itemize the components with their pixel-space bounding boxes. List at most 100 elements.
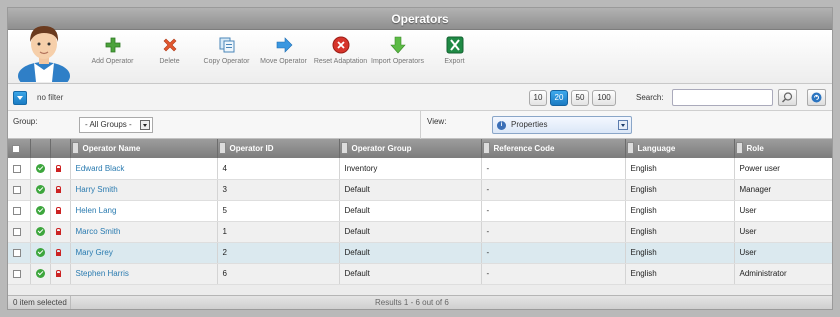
table-row[interactable]: Harry Smith 3 Default - English Manager [8, 179, 832, 201]
divider [70, 296, 71, 309]
import-operators-button[interactable]: Import Operators [369, 36, 426, 66]
operator-id-cell: 6 [217, 263, 340, 285]
row-checkbox-cell[interactable] [8, 263, 31, 285]
sort-icon [71, 142, 79, 154]
select-all-header[interactable] [8, 139, 31, 158]
reset-icon [332, 36, 349, 54]
lock-cell [50, 242, 71, 264]
status-cell [30, 221, 51, 243]
operator-group-cell: Default [339, 242, 482, 264]
operator-group-cell: Default [339, 263, 482, 285]
operator-group-cell: Inventory [339, 158, 482, 180]
add-operator-button[interactable]: Add Operator [84, 36, 141, 66]
row-checkbox[interactable] [13, 269, 21, 278]
row-checkbox-cell[interactable] [8, 179, 31, 201]
lock-cell [50, 179, 71, 201]
status-bar: 0 item selected Results 1 - 6 out of 6 [8, 295, 832, 309]
page-size-20[interactable]: 20 [550, 90, 568, 106]
column-label: Operator Group [351, 144, 412, 153]
status-cell [30, 242, 51, 264]
column-label: Reference Code [493, 144, 555, 153]
column-operator-name[interactable]: Operator Name [70, 139, 218, 158]
view-select[interactable]: i Properties [492, 116, 632, 134]
operator-group-cell: Default [339, 221, 482, 243]
column-operator-group[interactable]: Operator Group [339, 139, 482, 158]
sort-icon [218, 142, 226, 154]
language-cell: English [625, 179, 735, 201]
role-cell: User [734, 242, 832, 264]
reference-code-cell: - [481, 242, 626, 264]
page-size-selector: 10 20 50 100 [529, 90, 616, 106]
operator-name-link[interactable]: Edward Black [70, 158, 218, 180]
lock-icon [55, 206, 61, 214]
export-button[interactable]: Export [426, 36, 483, 66]
status-cell [30, 200, 51, 222]
reference-code-cell: - [481, 263, 626, 285]
sort-icon [482, 142, 490, 154]
reset-adaptation-button[interactable]: Reset Adaptation [312, 36, 369, 66]
copy-operator-button[interactable]: Copy Operator [198, 36, 255, 66]
lock-cell [50, 158, 71, 180]
operator-name-link[interactable]: Stephen Harris [70, 263, 218, 285]
table-row[interactable]: Helen Lang 5 Default - English User [8, 200, 832, 222]
operator-name-link[interactable]: Helen Lang [70, 200, 218, 222]
table-row[interactable]: Marco Smith 1 Default - English User [8, 221, 832, 243]
row-checkbox[interactable] [13, 248, 21, 257]
page-size-50[interactable]: 50 [571, 90, 589, 106]
row-checkbox-cell[interactable] [8, 242, 31, 264]
search-button[interactable] [778, 89, 797, 106]
filter-status: no filter [37, 93, 64, 102]
lock-cell [50, 263, 71, 285]
refresh-button[interactable] [807, 89, 826, 106]
page-size-100[interactable]: 100 [592, 90, 616, 106]
lock-icon [55, 248, 61, 256]
operator-name-link[interactable]: Marco Smith [70, 221, 218, 243]
role-cell: Administrator [734, 263, 832, 285]
operator-name-link[interactable]: Harry Smith [70, 179, 218, 201]
column-operator-id[interactable]: Operator ID [217, 139, 340, 158]
column-language[interactable]: Language [625, 139, 735, 158]
lock-icon [55, 269, 61, 277]
check-circle-icon [35, 163, 45, 173]
operator-name-link[interactable]: Mary Grey [70, 242, 218, 264]
column-label: Operator Name [82, 144, 141, 153]
x-icon [163, 38, 176, 52]
lock-cell [50, 221, 71, 243]
group-select-value: - All Groups - [85, 120, 132, 129]
row-checkbox-cell[interactable] [8, 221, 31, 243]
row-checkbox[interactable] [13, 164, 21, 173]
lock-icon [55, 227, 61, 235]
group-view-bar: Group: - All Groups - View: i Properties [8, 111, 832, 139]
filter-dropdown-button[interactable] [13, 91, 27, 105]
column-label: Language [637, 144, 676, 153]
delete-label: Delete [159, 58, 180, 65]
row-checkbox[interactable] [13, 227, 21, 236]
row-checkbox-cell[interactable] [8, 200, 31, 222]
delete-button[interactable]: Delete [141, 36, 198, 66]
column-role[interactable]: Role [734, 139, 832, 158]
group-select[interactable]: - All Groups - [79, 117, 153, 133]
table-row-highlighted[interactable]: Mary Grey 2 Default - English User [8, 242, 832, 264]
search-input[interactable] [672, 89, 773, 106]
column-label: Role [746, 144, 764, 153]
status-header [30, 139, 51, 158]
info-icon: i [497, 121, 506, 130]
move-operator-button[interactable]: Move Operator [255, 36, 312, 66]
arrow-right-icon [276, 37, 292, 53]
role-cell: Power user [734, 158, 832, 180]
row-checkbox[interactable] [13, 185, 21, 194]
table-row[interactable]: Stephen Harris 6 Default - English Admin… [8, 263, 832, 285]
results-summary: Results 1 - 6 out of 6 [375, 298, 449, 307]
column-reference-code[interactable]: Reference Code [481, 139, 626, 158]
reference-code-cell: - [481, 179, 626, 201]
status-cell [30, 158, 51, 180]
status-cell [30, 263, 51, 285]
page-size-10[interactable]: 10 [529, 90, 547, 106]
copy-icon [219, 37, 234, 53]
table-row[interactable]: Edward Black 4 Inventory - English Power… [8, 158, 832, 180]
row-checkbox-cell[interactable] [8, 158, 31, 180]
operator-id-cell: 2 [217, 242, 340, 264]
select-all-checkbox[interactable] [12, 144, 20, 153]
row-checkbox[interactable] [13, 206, 21, 215]
language-cell: English [625, 158, 735, 180]
